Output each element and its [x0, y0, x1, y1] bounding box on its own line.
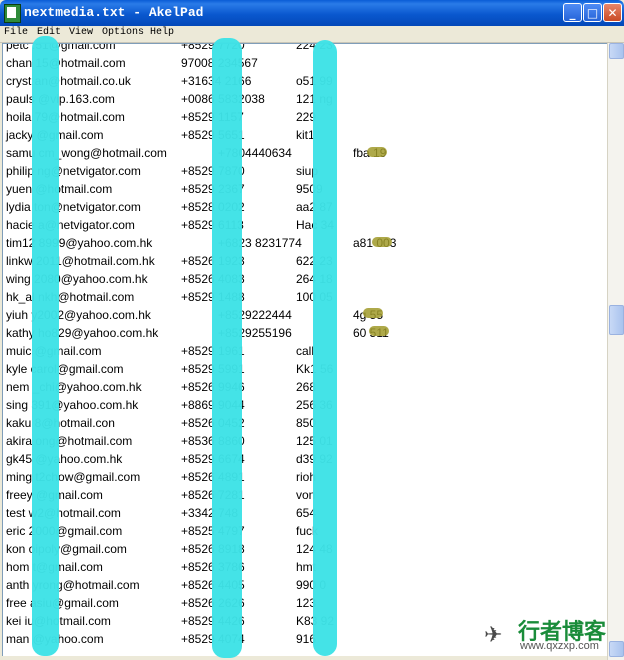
text-line: linkw 2011@hotmail.com.hk+8526 1923622 2…: [3, 254, 608, 272]
redaction-smudge: [372, 237, 392, 247]
menu-file[interactable]: File: [4, 27, 28, 38]
line-email: yuen @hotmail.com: [6, 182, 113, 196]
text-line: ming t2chow@gmail.com+8526 4891rioh: [3, 470, 608, 488]
line-email: lydia ton@netvigator.com: [6, 200, 141, 214]
line-email: hk_al nkh@hotmail.com: [6, 290, 135, 304]
line-email: nem _chi@yahoo.com.hk: [6, 380, 142, 394]
line-email: samu cm_wong@hotmail.com: [6, 146, 167, 160]
line-email: eric 2000@gmail.com: [6, 524, 123, 538]
window-title: nextmedia.txt - AkelPad: [24, 5, 204, 20]
line-email: hacie a@netvigator.com: [6, 218, 135, 232]
text-line: cryst an@hotmail.co.uk+31634 2166o51 99: [3, 74, 608, 92]
text-line: sing 391@yahoo.com.hk+8869 9044256 36: [3, 398, 608, 416]
line-email: anth yrong@hotmail.com: [6, 578, 140, 592]
text-line: akira ong@hotmail.com+8536 8860125 01: [3, 434, 608, 452]
text-line: freey @gmail.com+8526 7281von: [3, 488, 608, 506]
line-email: sing 391@yahoo.com.hk: [6, 398, 139, 412]
text-line: hacie a@netvigator.com+8529 6113Hac 34: [3, 218, 608, 236]
site-watermark: ✈ 行者博客 www.qxzxp.com: [478, 612, 618, 652]
maximize-button[interactable]: □: [583, 3, 602, 22]
line-email: kyle carol@gmail.com: [6, 362, 124, 376]
line-extra: kit1: [296, 128, 315, 142]
menu-bar: File Edit View Options Help: [0, 26, 624, 43]
text-line: tim12 8999@yahoo.com.hk +6823 8231774 a81 …: [3, 236, 608, 254]
line-email: kon oipoly@gmail.com: [6, 542, 127, 556]
watermark-url: www.qxzxp.com: [520, 640, 599, 652]
text-line: jacky @gmail.com+8529 5651kit1: [3, 128, 608, 146]
line-email: kathy ho829@yahoo.com.hk: [6, 326, 159, 340]
menu-options[interactable]: Options: [102, 27, 144, 38]
scroll-up-button[interactable]: [609, 43, 624, 59]
text-line: yuen @hotmail.com+8529 23679509: [3, 182, 608, 200]
redaction-smudge: [369, 326, 389, 336]
text-line: kathy ho829@yahoo.com.hk+852925519660 51…: [3, 326, 608, 344]
line-email: linkw 2011@hotmail.com.hk: [6, 254, 155, 268]
line-email: kaku 8@hotmail.con: [6, 416, 115, 430]
line-email: pauls @vip.163.com: [6, 92, 115, 106]
line-email: wing 2080@yahoo.com.hk: [6, 272, 148, 286]
redaction-stroke-email: [32, 36, 59, 656]
line-email: test w2@hotmail.com: [6, 506, 121, 520]
text-line: test w2@hotmail.com +3342 748 654: [3, 506, 608, 524]
line-email: yiuh y2002@yahoo.com.hk: [6, 308, 151, 322]
line-email: ming t2chow@gmail.com: [6, 470, 141, 484]
minimize-button[interactable]: _: [563, 3, 582, 22]
title-bar[interactable]: nextmedia.txt - AkelPad _ □ ✕: [0, 0, 624, 26]
text-line: gk45 @yahoo.com.hk+8529 6674d39 92: [3, 452, 608, 470]
text-line: hom t@gmail.com+8526 3786hmt: [3, 560, 608, 578]
text-line: hoila 79@hotmail.com+8529 1157229: [3, 110, 608, 128]
vertical-scrollbar[interactable]: [607, 43, 624, 660]
text-line: kaku 8@hotmail.con+8526 0452850: [3, 416, 608, 434]
line-extra: call: [296, 344, 315, 358]
text-line: petc .51@gmail.com+8529 7720224 23: [3, 43, 608, 56]
line-email: cryst an@hotmail.co.uk: [6, 74, 131, 88]
redaction-smudge: [367, 147, 387, 157]
line-email: hoila 79@hotmail.com: [6, 110, 125, 124]
text-line: kon oipoly@gmail.com+8526 8918124 48: [3, 542, 608, 560]
redaction-stroke-phone: [212, 38, 242, 658]
line-email: free asiu@gmail.com: [6, 596, 119, 610]
redaction-stroke-extra: [313, 40, 337, 656]
text-line: anth yrong@hotmail.com+8526 4405990 0: [3, 578, 608, 596]
line-email: tim12 8999@yahoo.com.hk: [6, 236, 153, 250]
line-email: gk45 @yahoo.com.hk: [6, 452, 123, 466]
line-email: petc .51@gmail.com: [6, 43, 116, 52]
line-email: chan 15@hotmail.com: [6, 56, 126, 70]
text-line: eric 2000@gmail.com+8525 4797fuck: [3, 524, 608, 542]
text-line: wing 2080@yahoo.com.hk+8526 4083264 18: [3, 272, 608, 290]
akelpad-app-icon[interactable]: [4, 4, 21, 23]
menu-view[interactable]: View: [69, 27, 93, 38]
scroll-thumb[interactable]: [609, 305, 624, 335]
text-line: yiuh y2002@yahoo.com.hk+85292224444g 55: [3, 308, 608, 326]
line-email: philip ng@netvigator.com: [6, 164, 141, 178]
text-line: philip ng@netvigator.com+8529 7870siup: [3, 164, 608, 182]
text-line: lydia ton@netvigator.com+8528 0202aa2 87: [3, 200, 608, 218]
text-line: kyle carol@gmail.com+8529 5991Kk1 56: [3, 362, 608, 380]
redaction-smudge: [363, 308, 383, 318]
text-line: pauls @vip.163.com+0086 5832038121 ng: [3, 92, 608, 110]
text-line: chan 15@hotmail.com97008 234567: [3, 56, 608, 74]
line-email: akira ong@hotmail.com: [6, 434, 133, 448]
close-button[interactable]: ✕: [603, 3, 622, 22]
text-editor-area[interactable]: petc .51@gmail.com+8529 7720224 23chan 1…: [2, 43, 608, 656]
text-line: samu cm_wong@hotmail.com+7804440634fba 1…: [3, 146, 608, 164]
bird-logo-icon: ✈: [484, 622, 503, 647]
menu-help[interactable]: Help: [150, 27, 174, 38]
text-line: nem _chi@yahoo.com.hk+8526 9946268: [3, 380, 608, 398]
text-line: hk_al nkh@hotmail.com+8529 1488100 05: [3, 290, 608, 308]
text-line: muic @gmail.com+8529 1961call: [3, 344, 608, 362]
